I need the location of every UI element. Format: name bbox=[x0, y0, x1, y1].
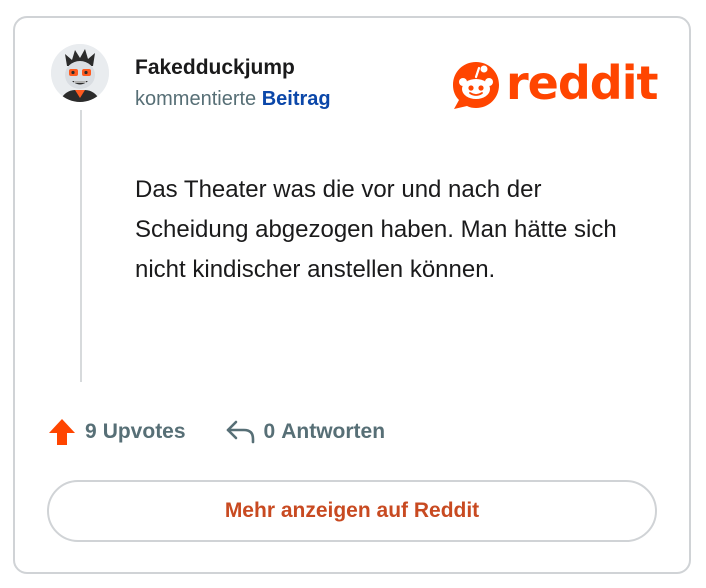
reddit-embed-card: Fakedduckjump kommentierte Beitrag reddi… bbox=[13, 16, 691, 574]
upvote-action[interactable]: 9 Upvotes bbox=[47, 417, 186, 447]
reply-action[interactable]: 0 Antworten bbox=[224, 418, 386, 446]
reddit-snoo-icon bbox=[453, 62, 499, 109]
comment-meta: kommentierte Beitrag bbox=[135, 88, 331, 111]
reply-arrow-icon[interactable] bbox=[224, 418, 256, 446]
reddit-logo[interactable]: reddit bbox=[450, 58, 658, 114]
comment-actions: 9 Upvotes 0 Antworten bbox=[47, 414, 385, 450]
comment-action-text: kommentierte bbox=[135, 88, 257, 110]
post-link[interactable]: Beitrag bbox=[262, 88, 331, 110]
comment-author[interactable]: Fakedduckjump bbox=[135, 56, 295, 80]
view-more-on-reddit-button[interactable]: Mehr anzeigen auf Reddit bbox=[47, 480, 657, 542]
thread-line bbox=[80, 110, 82, 382]
reply-label: Antworten bbox=[281, 420, 386, 443]
upvote-arrow-icon[interactable] bbox=[47, 417, 77, 447]
user-avatar[interactable] bbox=[51, 44, 109, 102]
avatar-image bbox=[51, 44, 109, 102]
comment-body: Das Theater was die vor und nach der Sch… bbox=[135, 176, 617, 283]
upvote-count: 9 bbox=[85, 420, 97, 443]
reply-count: 0 bbox=[263, 420, 276, 443]
upvote-label: Upvotes bbox=[102, 420, 186, 443]
reddit-wordmark: reddit bbox=[506, 56, 658, 110]
